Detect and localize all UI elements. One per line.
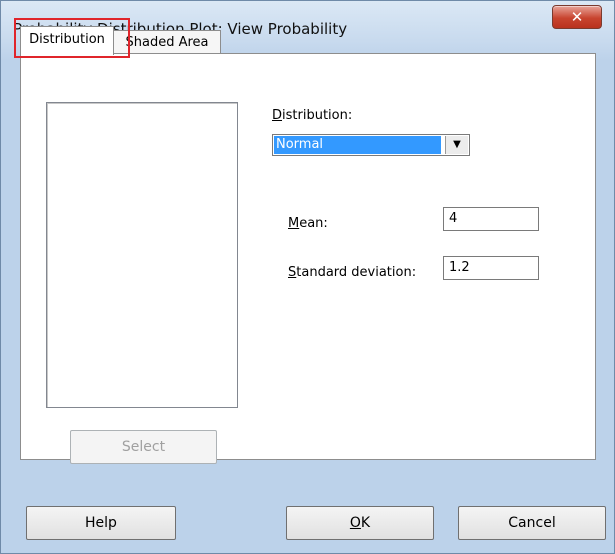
cancel-button[interactable]: Cancel	[458, 506, 606, 540]
close-button[interactable]: ✕	[552, 5, 602, 29]
mean-input[interactable]: 4	[443, 207, 539, 231]
help-button-label: Help	[85, 515, 117, 531]
tab-shaded-area-label: Shaded Area	[125, 35, 209, 50]
help-button[interactable]: Help	[26, 506, 176, 540]
mean-label: Mean:	[288, 216, 328, 231]
variable-listbox[interactable]	[46, 102, 238, 408]
select-button-label: Select	[121, 439, 166, 455]
distribution-dropdown[interactable]: Normal ▼	[272, 134, 470, 156]
distribution-selected-value: Normal	[274, 136, 441, 154]
select-button[interactable]: Select	[70, 430, 217, 464]
stddev-label: Standard deviation:	[288, 265, 417, 280]
highlight-annotation	[14, 18, 130, 58]
chevron-down-icon[interactable]: ▼	[445, 136, 468, 154]
close-icon: ✕	[570, 8, 584, 26]
stddev-input[interactable]: 1.2	[443, 256, 539, 280]
ok-button-label: OK	[349, 515, 371, 531]
ok-button[interactable]: OK	[286, 506, 434, 540]
distribution-label: Distribution:	[272, 108, 353, 123]
cancel-button-label: Cancel	[508, 515, 556, 531]
